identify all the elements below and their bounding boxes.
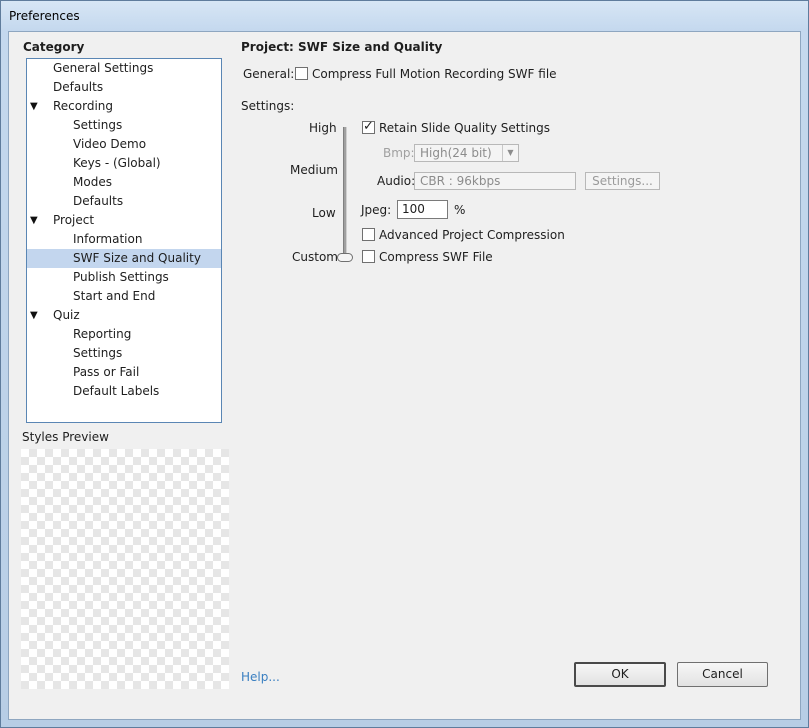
help-link[interactable]: Help... — [241, 670, 280, 684]
bmp-label: Bmp: — [383, 146, 415, 160]
tree-item[interactable]: Video Demo — [27, 135, 221, 154]
tree-item[interactable]: SWF Size and Quality — [27, 249, 221, 268]
tree-item[interactable]: Start and End — [27, 287, 221, 306]
tree-item-label: General Settings — [53, 61, 154, 75]
tree-item[interactable]: ▼ Project — [27, 211, 221, 230]
tree-item[interactable]: Keys - (Global) — [27, 154, 221, 173]
title-bar[interactable]: Preferences — [1, 1, 808, 31]
quality-slider-track[interactable] — [343, 127, 347, 257]
tree-item[interactable]: Settings — [27, 344, 221, 363]
tree-item-label: Quiz — [53, 308, 80, 322]
general-label: General: — [243, 67, 295, 81]
tree-item[interactable]: General Settings — [27, 59, 221, 78]
tree-item[interactable]: ▼ Quiz — [27, 306, 221, 325]
chevron-down-icon: ▼ — [502, 145, 518, 161]
compress-swf-label: Compress SWF File — [379, 250, 493, 264]
advanced-compression-checkbox[interactable] — [362, 228, 375, 241]
tree-item-label: Information — [73, 232, 143, 246]
tree-item[interactable]: Defaults — [27, 192, 221, 211]
tree-item-label: Settings — [73, 346, 123, 360]
tree-item-label: Project — [53, 213, 95, 227]
window-title: Preferences — [9, 9, 80, 23]
slider-low-label: Low — [312, 206, 336, 220]
tree-item-label: Pass or Fail — [73, 365, 140, 379]
tree-item-label: Defaults — [53, 80, 104, 94]
slider-custom-label: Custom — [292, 250, 338, 264]
jpeg-quality-value: 100 — [402, 202, 425, 216]
category-heading: Category — [23, 40, 85, 54]
compress-swf-checkbox[interactable] — [362, 250, 375, 263]
tree-item[interactable]: Reporting — [27, 325, 221, 344]
category-tree[interactable]: General Settings Defaults ▼ Recording Settin… — [26, 58, 222, 423]
tree-item-label: Recording — [53, 99, 114, 113]
tree-item-label: Settings — [73, 118, 123, 132]
styles-preview-label: Styles Preview — [22, 430, 109, 444]
tree-item-label: SWF Size and Quality — [73, 251, 201, 265]
tree-item[interactable]: Pass or Fail — [27, 363, 221, 382]
audio-field-value: CBR : 96kbps — [420, 174, 501, 188]
bmp-select-value: High(24 bit) — [420, 146, 492, 160]
retain-quality-checkbox[interactable] — [362, 119, 375, 134]
advanced-compression-label: Advanced Project Compression — [379, 228, 565, 242]
tree-item[interactable]: Information — [27, 230, 221, 249]
preferences-window: Preferences Category General Settings Def… — [0, 0, 809, 728]
styles-preview-area — [21, 449, 229, 689]
tree-item-label: Publish Settings — [73, 270, 169, 284]
tree-item-label: Defaults — [73, 194, 124, 208]
dialog-body: Category General Settings Defaults ▼ Record… — [8, 31, 801, 720]
expand-arrow-icon[interactable]: ▼ — [30, 97, 40, 116]
tree-item-label: Modes — [73, 175, 112, 189]
tree-item[interactable]: Defaults — [27, 78, 221, 97]
slider-high-label: High — [309, 121, 337, 135]
panel-title: Project: SWF Size and Quality — [241, 40, 443, 54]
bmp-select[interactable]: High(24 bit) ▼ — [414, 144, 519, 162]
tree-item[interactable]: Publish Settings — [27, 268, 221, 287]
audio-settings-button[interactable]: Settings... — [585, 172, 660, 190]
cancel-button[interactable]: Cancel — [677, 662, 768, 687]
tree-item-label: Default Labels — [73, 384, 160, 398]
ok-button[interactable]: OK — [574, 662, 666, 687]
tree-item-label: Start and End — [73, 289, 156, 303]
tree-item[interactable]: Modes — [27, 173, 221, 192]
tree-item[interactable]: Settings — [27, 116, 221, 135]
settings-label: Settings: — [241, 99, 295, 113]
retain-quality-label: Retain Slide Quality Settings — [379, 121, 551, 135]
audio-label: Audio: — [377, 174, 416, 188]
slider-medium-label: Medium — [290, 163, 338, 177]
expand-arrow-icon[interactable]: ▼ — [30, 306, 40, 325]
tree-item[interactable]: ▼ Recording — [27, 97, 221, 116]
compress-motion-checkbox[interactable] — [295, 67, 308, 80]
tree-item-label: Video Demo — [73, 137, 147, 151]
audio-field[interactable]: CBR : 96kbps — [414, 172, 576, 190]
jpeg-quality-input[interactable]: 100 — [397, 200, 448, 219]
compress-motion-label: Compress Full Motion Recording SWF file — [312, 67, 557, 81]
jpeg-label: Jpeg: — [361, 203, 392, 217]
tree-item-label: Reporting — [73, 327, 132, 341]
quality-slider-thumb[interactable] — [337, 253, 353, 262]
tree-item-label: Keys - (Global) — [73, 156, 161, 170]
jpeg-unit: % — [454, 203, 466, 217]
expand-arrow-icon[interactable]: ▼ — [30, 211, 40, 230]
tree-item[interactable]: Default Labels — [27, 382, 221, 401]
